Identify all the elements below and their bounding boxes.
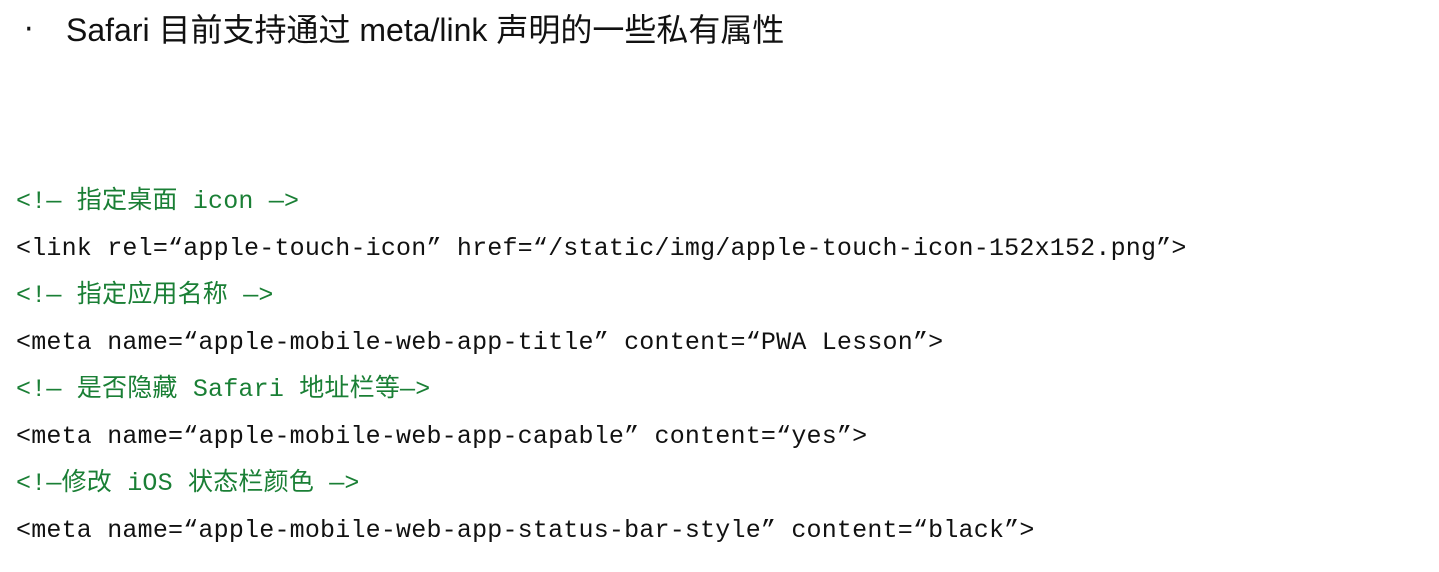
code-comment-line: <!— 指定桌面 icon —> xyxy=(16,187,300,216)
slide-bullet-point: · Safari 目前支持通过 meta/link 声明的一些私有属性 xyxy=(24,8,784,52)
slide-heading: Safari 目前支持通过 meta/link 声明的一些私有属性 xyxy=(66,12,785,48)
code-comment-line: <!— 指定应用名称 —> xyxy=(16,281,274,310)
code-meta-line: <meta name=“apple-mobile-web-app-capable… xyxy=(16,422,868,451)
code-comment-line: <!— 是否隐藏 Safari 地址栏等—> xyxy=(16,375,431,404)
code-meta-line: <meta name=“apple-mobile-web-app-title” … xyxy=(16,328,944,357)
code-link-line: <link rel=“apple-touch-icon” href=“/stat… xyxy=(16,234,1187,263)
code-meta-line: <meta name=“apple-mobile-web-app-status-… xyxy=(16,516,1035,545)
code-block: <!— 指定桌面 icon —> <link rel=“apple-touch-… xyxy=(16,178,1426,554)
bullet-dot-icon: · xyxy=(24,12,34,47)
code-comment-line: <!—修改 iOS 状态栏颜色 —> xyxy=(16,469,360,498)
